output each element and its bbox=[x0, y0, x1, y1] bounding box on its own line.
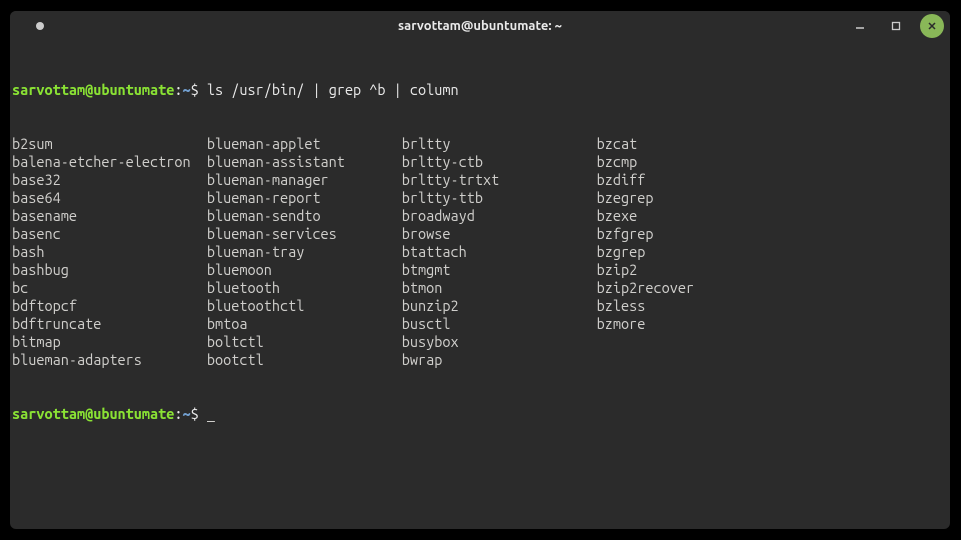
window-controls bbox=[848, 14, 944, 38]
prompt-dollar: $ bbox=[191, 405, 199, 422]
prompt-dollar: $ bbox=[191, 81, 199, 98]
prompt-path: ~ bbox=[183, 81, 191, 98]
command-text: ls /usr/bin/ | grep ^b | column bbox=[199, 81, 459, 98]
output-row: b2sum blueman-applet brltty bzcat bbox=[12, 135, 948, 153]
prompt-line-1: sarvottam@ubuntumate:~$ ls /usr/bin/ | g… bbox=[12, 81, 948, 99]
output-row: bdftopcf bluetoothctl bunzip2 bzless bbox=[12, 297, 948, 315]
output-row: bash blueman-tray btattach bzgrep bbox=[12, 243, 948, 261]
minimize-icon bbox=[855, 21, 865, 31]
minimize-button[interactable] bbox=[848, 14, 872, 38]
output-row: base32 blueman-manager brltty-trtxt bzdi… bbox=[12, 171, 948, 189]
output-row: bdftruncate bmtoa busctl bzmore bbox=[12, 315, 948, 333]
output-row: basename blueman-sendto broadwayd bzexe bbox=[12, 207, 948, 225]
maximize-icon bbox=[891, 21, 901, 31]
output-row: basenc blueman-services browse bzfgrep bbox=[12, 225, 948, 243]
close-icon bbox=[927, 21, 937, 31]
output-row: blueman-adapters bootctl bwrap bbox=[12, 351, 948, 369]
prompt-colon: : bbox=[174, 405, 182, 422]
terminal-window: sarvottam@ubuntumate: ~ sarvottam@ubuntu… bbox=[10, 11, 950, 529]
window-title: sarvottam@ubuntumate: ~ bbox=[398, 19, 562, 33]
prompt-user: sarvottam@ubuntumate bbox=[12, 405, 174, 422]
close-button[interactable] bbox=[920, 14, 944, 38]
output-row: bashbug bluemoon btmgmt bzip2 bbox=[12, 261, 948, 279]
titlebar[interactable]: sarvottam@ubuntumate: ~ bbox=[10, 11, 950, 41]
status-dot bbox=[36, 22, 44, 30]
output-row: balena-etcher-electron blueman-assistant… bbox=[12, 153, 948, 171]
command-output: b2sum blueman-applet brltty bzcatbalena-… bbox=[12, 135, 948, 369]
terminal-body[interactable]: sarvottam@ubuntumate:~$ ls /usr/bin/ | g… bbox=[10, 41, 950, 463]
output-row: base64 blueman-report brltty-ttb bzegrep bbox=[12, 189, 948, 207]
maximize-button[interactable] bbox=[884, 14, 908, 38]
prompt-user: sarvottam@ubuntumate bbox=[12, 81, 174, 98]
cursor: _ bbox=[199, 405, 215, 422]
prompt-line-2: sarvottam@ubuntumate:~$ _ bbox=[12, 405, 948, 423]
output-row: bc bluetooth btmon bzip2recover bbox=[12, 279, 948, 297]
prompt-colon: : bbox=[174, 81, 182, 98]
prompt-path: ~ bbox=[183, 405, 191, 422]
output-row: bitmap boltctl busybox bbox=[12, 333, 948, 351]
